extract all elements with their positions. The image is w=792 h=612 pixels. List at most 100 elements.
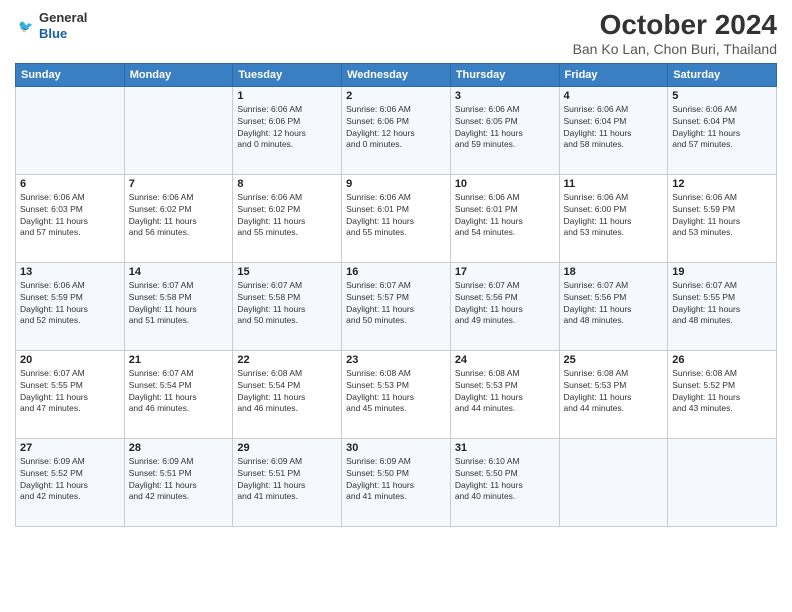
calendar-cell: 4 Sunrise: 6:06 AMSunset: 6:04 PMDaylight… — [559, 86, 668, 174]
day-number: 22 — [237, 354, 337, 366]
calendar-cell: 14 Sunrise: 6:07 AMSunset: 5:58 PMDayligh… — [124, 262, 233, 350]
day-info: Sunrise: 6:06 AMSunset: 6:00 PMDaylight:… — [564, 192, 664, 240]
day-number: 9 — [346, 178, 446, 190]
day-info: Sunrise: 6:08 AMSunset: 5:54 PMDaylight:… — [237, 368, 337, 416]
calendar-cell: 10Sunrise: 6:06 AMSunset: 6:01 PMDayligh… — [450, 174, 559, 262]
day-info: Sunrise: 6:09 AMSunset: 5:52 PMDaylight:… — [20, 456, 120, 504]
calendar-cell: 30 Sunrise: 6:09 AMSunset: 5:50 PMDayligh… — [342, 438, 451, 526]
day-number: 21 — [129, 354, 229, 366]
svg-text:🐦: 🐦 — [18, 19, 33, 33]
day-info: Sunrise: 6:08 AMSunset: 5:52 PMDaylight:… — [672, 368, 772, 416]
day-number: 7 — [129, 178, 229, 190]
day-number: 27 — [20, 442, 120, 454]
logo-blue: Blue — [39, 26, 67, 41]
calendar-cell: 29 Sunrise: 6:09 AMSunset: 5:51 PMDayligh… — [233, 438, 342, 526]
day-info: Sunrise: 6:08 AMSunset: 5:53 PMDaylight:… — [564, 368, 664, 416]
calendar-cell: 13 Sunrise: 6:06 AMSunset: 5:59 PMDayligh… — [16, 262, 125, 350]
logo-general: General — [39, 10, 87, 25]
calendar-cell: 31Sunrise: 6:10 AMSunset: 5:50 PMDayligh… — [450, 438, 559, 526]
header-cell-friday: Friday — [559, 63, 668, 86]
day-number: 15 — [237, 266, 337, 278]
day-number: 28 — [129, 442, 229, 454]
day-number: 3 — [455, 90, 555, 102]
day-number: 12 — [672, 178, 772, 190]
calendar-cell: 16 Sunrise: 6:07 AMSunset: 5:57 PMDayligh… — [342, 262, 451, 350]
calendar-cell: 3 Sunrise: 6:06 AMSunset: 6:05 PMDaylight… — [450, 86, 559, 174]
header-cell-monday: Monday — [124, 63, 233, 86]
day-info: Sunrise: 6:07 AMSunset: 5:55 PMDaylight:… — [20, 368, 120, 416]
day-info: Sunrise: 6:09 AMSunset: 5:51 PMDaylight:… — [129, 456, 229, 504]
day-number: 24 — [455, 354, 555, 366]
calendar-header: SundayMondayTuesdayWednesdayThursdayFrid… — [16, 63, 777, 86]
week-row-3: 13 Sunrise: 6:06 AMSunset: 5:59 PMDayligh… — [16, 262, 777, 350]
day-info: Sunrise: 6:09 AMSunset: 5:50 PMDaylight:… — [346, 456, 446, 504]
day-number: 19 — [672, 266, 772, 278]
calendar-cell: 17Sunrise: 6:07 AMSunset: 5:56 PMDayligh… — [450, 262, 559, 350]
day-info: Sunrise: 6:06 AMSunset: 6:01 PMDaylight:… — [346, 192, 446, 240]
day-info: Sunrise: 6:06 AMSunset: 6:02 PMDaylight:… — [237, 192, 337, 240]
day-info: Sunrise: 6:07 AMSunset: 5:58 PMDaylight:… — [237, 280, 337, 328]
day-number: 29 — [237, 442, 337, 454]
week-row-2: 6Sunrise: 6:06 AMSunset: 6:03 PMDaylight… — [16, 174, 777, 262]
day-info: Sunrise: 6:06 AMSunset: 6:06 PMDaylight:… — [237, 104, 337, 152]
page: 🐦 General Blue October 2024 Ban Ko Lan, … — [0, 0, 792, 612]
day-number: 18 — [564, 266, 664, 278]
day-info: Sunrise: 6:08 AMSunset: 5:53 PMDaylight:… — [346, 368, 446, 416]
day-info: Sunrise: 6:07 AMSunset: 5:56 PMDaylight:… — [455, 280, 555, 328]
day-number: 5 — [672, 90, 772, 102]
calendar-subtitle: Ban Ko Lan, Chon Buri, Thailand — [573, 41, 777, 57]
calendar-cell: 7Sunrise: 6:06 AMSunset: 6:02 PMDaylight… — [124, 174, 233, 262]
calendar-cell: 27 Sunrise: 6:09 AMSunset: 5:52 PMDayligh… — [16, 438, 125, 526]
calendar-cell: 11 Sunrise: 6:06 AMSunset: 6:00 PMDayligh… — [559, 174, 668, 262]
calendar-cell: 15 Sunrise: 6:07 AMSunset: 5:58 PMDayligh… — [233, 262, 342, 350]
day-info: Sunrise: 6:07 AMSunset: 5:57 PMDaylight:… — [346, 280, 446, 328]
day-info: Sunrise: 6:06 AMSunset: 6:04 PMDaylight:… — [564, 104, 664, 152]
day-info: Sunrise: 6:06 AMSunset: 6:06 PMDaylight:… — [346, 104, 446, 152]
day-number: 11 — [564, 178, 664, 190]
calendar-cell: 25 Sunrise: 6:08 AMSunset: 5:53 PMDayligh… — [559, 350, 668, 438]
week-row-5: 27 Sunrise: 6:09 AMSunset: 5:52 PMDayligh… — [16, 438, 777, 526]
day-number: 20 — [20, 354, 120, 366]
day-info: Sunrise: 6:07 AMSunset: 5:55 PMDaylight:… — [672, 280, 772, 328]
calendar-cell: 19 Sunrise: 6:07 AMSunset: 5:55 PMDayligh… — [668, 262, 777, 350]
calendar-cell: 26Sunrise: 6:08 AMSunset: 5:52 PMDayligh… — [668, 350, 777, 438]
day-number: 13 — [20, 266, 120, 278]
logo-text: General Blue — [39, 10, 87, 41]
day-info: Sunrise: 6:06 AMSunset: 5:59 PMDaylight:… — [20, 280, 120, 328]
day-info: Sunrise: 6:06 AMSunset: 5:59 PMDaylight:… — [672, 192, 772, 240]
calendar-cell: 24Sunrise: 6:08 AMSunset: 5:53 PMDayligh… — [450, 350, 559, 438]
calendar-title: October 2024 — [573, 10, 777, 41]
day-info: Sunrise: 6:10 AMSunset: 5:50 PMDaylight:… — [455, 456, 555, 504]
header-cell-saturday: Saturday — [668, 63, 777, 86]
calendar-cell: 12 Sunrise: 6:06 AMSunset: 5:59 PMDayligh… — [668, 174, 777, 262]
calendar-cell: 6Sunrise: 6:06 AMSunset: 6:03 PMDaylight… — [16, 174, 125, 262]
header-row: SundayMondayTuesdayWednesdayThursdayFrid… — [16, 63, 777, 86]
day-number: 23 — [346, 354, 446, 366]
calendar-cell — [124, 86, 233, 174]
calendar-cell: 1Sunrise: 6:06 AMSunset: 6:06 PMDaylight… — [233, 86, 342, 174]
logo: 🐦 General Blue — [15, 10, 87, 41]
header-cell-sunday: Sunday — [16, 63, 125, 86]
header-cell-thursday: Thursday — [450, 63, 559, 86]
calendar-body: 1Sunrise: 6:06 AMSunset: 6:06 PMDaylight… — [16, 86, 777, 526]
title-block: October 2024 Ban Ko Lan, Chon Buri, Thai… — [573, 10, 777, 57]
day-number: 2 — [346, 90, 446, 102]
calendar-cell: 5Sunrise: 6:06 AMSunset: 6:04 PMDaylight… — [668, 86, 777, 174]
calendar-cell — [559, 438, 668, 526]
day-number: 8 — [237, 178, 337, 190]
day-number: 25 — [564, 354, 664, 366]
day-number: 14 — [129, 266, 229, 278]
calendar-cell: 20 Sunrise: 6:07 AMSunset: 5:55 PMDayligh… — [16, 350, 125, 438]
day-number: 10 — [455, 178, 555, 190]
calendar-cell: 23 Sunrise: 6:08 AMSunset: 5:53 PMDayligh… — [342, 350, 451, 438]
day-info: Sunrise: 6:09 AMSunset: 5:51 PMDaylight:… — [237, 456, 337, 504]
day-info: Sunrise: 6:06 AMSunset: 6:05 PMDaylight:… — [455, 104, 555, 152]
calendar-cell: 18Sunrise: 6:07 AMSunset: 5:56 PMDayligh… — [559, 262, 668, 350]
calendar-cell — [16, 86, 125, 174]
calendar-cell: 8 Sunrise: 6:06 AMSunset: 6:02 PMDaylight… — [233, 174, 342, 262]
day-number: 4 — [564, 90, 664, 102]
day-number: 30 — [346, 442, 446, 454]
day-info: Sunrise: 6:07 AMSunset: 5:58 PMDaylight:… — [129, 280, 229, 328]
day-info: Sunrise: 6:06 AMSunset: 6:03 PMDaylight:… — [20, 192, 120, 240]
day-number: 16 — [346, 266, 446, 278]
